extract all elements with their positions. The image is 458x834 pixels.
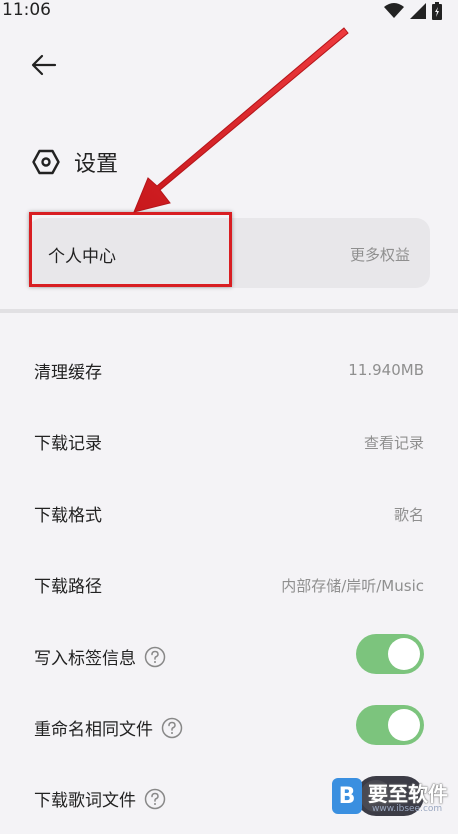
page-title: 设置: [74, 152, 119, 177]
rename-duplicates-toggle[interactable]: [356, 705, 424, 745]
setting-label-text: 下载歌词文件: [34, 791, 136, 811]
watermark-url: www.ibsee.com: [372, 804, 443, 814]
setting-label: 下载记录: [34, 434, 102, 454]
section-divider: [0, 309, 458, 313]
setting-label-text: 写入标签信息: [34, 649, 136, 669]
battery-icon: [432, 2, 442, 24]
setting-label: 写入标签信息: [34, 644, 166, 669]
setting-row-write-tags: 写入标签信息: [0, 620, 458, 692]
setting-value: 11.940MB: [348, 361, 424, 379]
setting-label-text: 重命名相同文件: [34, 720, 153, 740]
back-arrow-icon: [31, 54, 57, 80]
setting-row-download-format[interactable]: 下载格式 歌名: [0, 477, 458, 549]
setting-label: 下载格式: [34, 506, 102, 526]
watermark-text: 要至软件: [368, 782, 448, 806]
watermark-logo-icon: B: [332, 778, 362, 814]
back-button[interactable]: [28, 52, 60, 82]
setting-label: 下载路径: [34, 577, 102, 597]
help-icon[interactable]: [144, 646, 166, 668]
setting-label: 下载歌词文件: [34, 786, 166, 811]
wifi-icon: [384, 3, 404, 23]
write-tags-toggle[interactable]: [356, 634, 424, 674]
setting-row-download-history[interactable]: 下载记录 查看记录: [0, 405, 458, 477]
setting-value: 歌名: [393, 506, 424, 524]
setting-label: 重命名相同文件: [34, 715, 183, 740]
status-bar: 11:06: [0, 0, 458, 24]
toggle-knob: [388, 638, 420, 670]
help-icon[interactable]: [161, 717, 183, 739]
page-header: 设置: [32, 146, 118, 178]
toggle-knob: [388, 709, 420, 741]
setting-label: 清理缓存: [34, 363, 102, 383]
settings-hexagon-icon: [32, 148, 60, 176]
more-benefits-link[interactable]: 更多权益: [350, 244, 410, 265]
status-time: 11:06: [2, 0, 51, 20]
signal-icon: [410, 3, 426, 23]
watermark: B 要至软件 www.ibsee.com: [332, 774, 458, 820]
setting-row-rename-duplicates: 重命名相同文件: [0, 691, 458, 763]
status-icons: [384, 2, 442, 24]
setting-value: 查看记录: [363, 434, 424, 452]
setting-value: 内部存储/岸听/Music: [281, 577, 424, 595]
help-icon[interactable]: [144, 788, 166, 810]
annotation-highlight-box: [29, 212, 232, 287]
setting-row-clear-cache[interactable]: 清理缓存 11.940MB: [0, 334, 458, 406]
setting-row-download-path[interactable]: 下载路径 内部存储/岸听/Music: [0, 548, 458, 620]
